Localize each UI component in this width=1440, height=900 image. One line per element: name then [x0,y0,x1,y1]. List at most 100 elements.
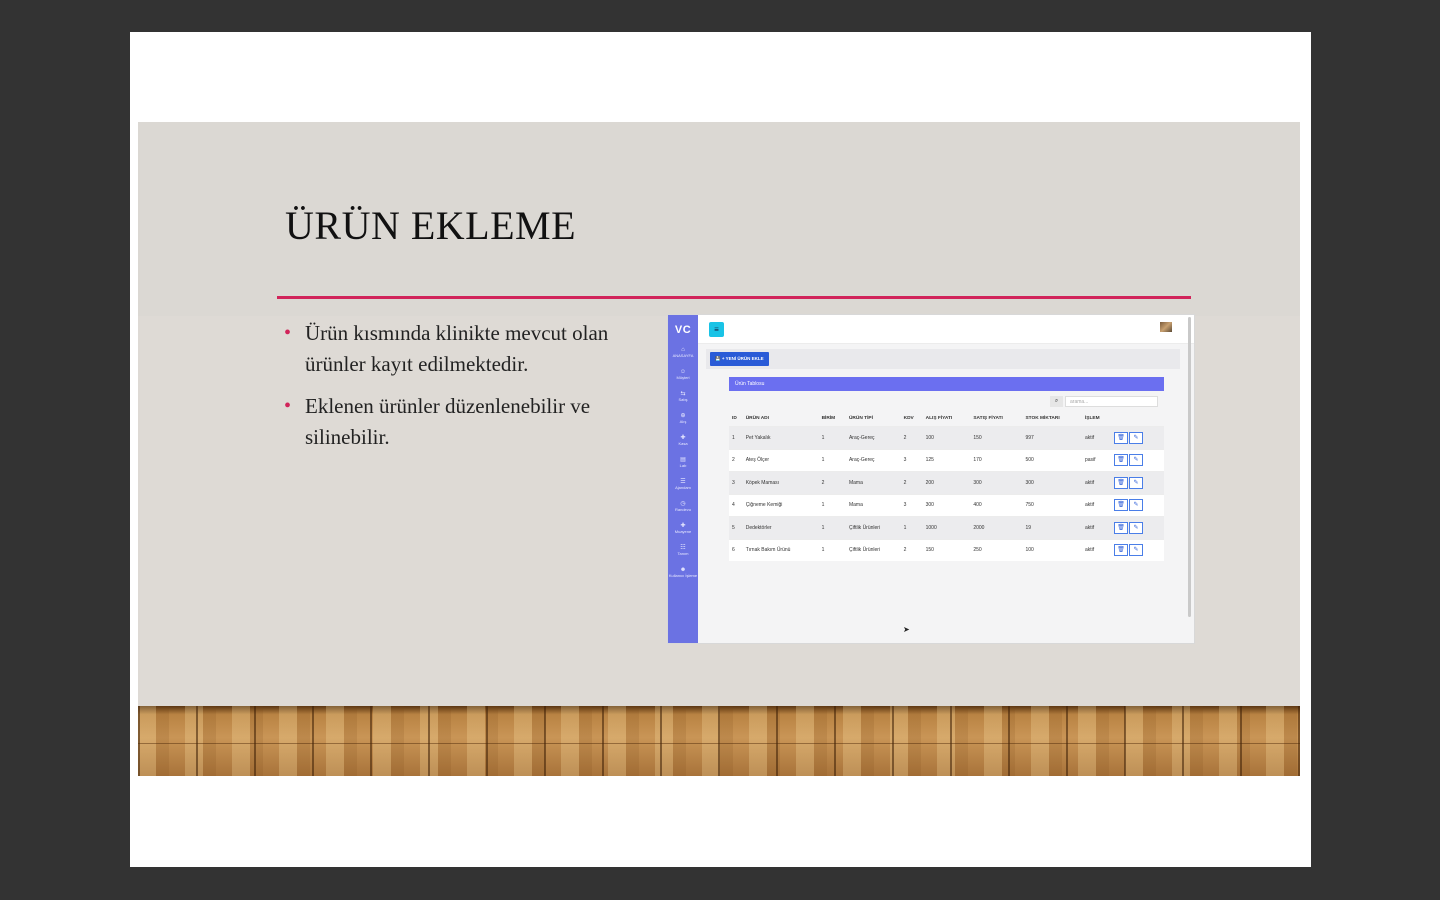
table-cell: 250 [970,538,1023,561]
avatar[interactable] [1160,322,1172,332]
sidebar-item[interactable]: ✚ Muayene [668,523,698,534]
sidebar-item[interactable]: ⌂ ANASAYFA [668,347,698,358]
table-cell: Çiğneme Kemiği [742,493,819,517]
table-cell: 150 [970,426,1023,449]
table-cell: 1 [729,426,743,449]
table-cell: aktif [1081,516,1111,539]
table-cell: 100 [922,426,971,449]
edit-icon[interactable]: ✎ [1129,544,1143,557]
add-product-button[interactable]: 💾 + YENİ ÜRÜN EKLE [710,352,769,366]
scrollbar[interactable] [1188,317,1191,617]
delete-icon[interactable]: 🗑 [1114,544,1128,557]
panel-title: Ürün Tablosu [729,377,1164,391]
table-cell: 2 [900,538,923,561]
column-header: ALIŞ FİYATI [925,416,953,421]
table-cell: 1 [818,538,846,561]
delete-icon[interactable]: 🗑 [1114,454,1128,467]
table-cell: aktif [1081,538,1111,561]
sidebar-item[interactable]: ☺ Müşteri [668,369,698,380]
sidebar-item-label: Satış [678,397,688,402]
table-row: 2 Ateş Ölçer 1 Araç-Gereç 3 125 170 500 pasif 🗑 ✎ [729,448,1164,472]
table-cell: 100 [1022,538,1082,561]
table-cell: Çiftlik Ürünleri [845,516,901,539]
row-actions: 🗑 ✎ [1111,493,1164,517]
table-cell: 2 [729,448,743,472]
edit-icon[interactable]: ✎ [1129,431,1143,444]
table-cell: 2 [900,426,923,449]
table-cell: pasif [1081,448,1111,472]
table-cell: Mama [845,493,901,517]
menu-toggle-icon[interactable]: ≡ [709,322,724,337]
sidebar-item-label: Muayene [674,529,692,534]
table-cell: 5 [729,516,743,539]
sidebar-item[interactable]: ⊕ Alış [668,413,698,424]
sidebar-item-label: Kasa [678,441,688,446]
table-cell: 3 [729,471,743,494]
column-header: SATIŞ FİYATI [973,416,1003,421]
table-cell: Köpek Maması [742,471,819,494]
table-cell: 1000 [922,516,971,539]
edit-icon[interactable]: ✎ [1129,521,1143,534]
table-body: 1 Pet Yakalık 1 Araç-Gereç 2 100 150 997 aktif 🗑 ✎… [729,426,1164,561]
column-header: STOK MİKTARI [1025,416,1060,421]
table-cell: 2000 [970,516,1023,539]
edit-icon[interactable]: ✎ [1129,454,1143,467]
row-actions: 🗑 ✎ [1111,426,1164,449]
table-cell: aktif [1081,471,1111,494]
table-cell: 500 [1022,448,1082,472]
search-input[interactable]: arama... [1065,396,1158,407]
delete-icon[interactable]: 🗑 [1114,431,1128,444]
edit-icon[interactable]: ✎ [1129,499,1143,512]
table-cell: Araç-Gereç [845,426,901,449]
column-header: KDV [903,416,914,421]
table-cell: Pet Yakalık [742,426,819,449]
table-cell: Çiftlik Ürünleri [845,538,901,561]
table-row: 6 Tırnak Bakım Ürünü 1 Çiftlik Ürünleri 2 150… [729,538,1164,561]
row-actions: 🗑 ✎ [1111,516,1164,539]
sidebar-item[interactable]: ▤ Lab [668,457,698,468]
sidebar-item-label: ANASAYFA [672,353,694,358]
table-row: 5 Dedektörler 1 Çiftlik Ürünleri 1 1000 2000 19… [729,516,1164,539]
table-cell: 19 [1022,516,1082,539]
app-logo: VC [674,324,692,336]
table-cell: 1 [818,516,846,539]
slide-page: ÜRÜN EKLEME Ürün kısmında klinikte mevcu… [130,32,1311,867]
table-row: 3 Köpek Maması 2 Mama 2 200 300 300 aktif 🗑 ✎ [729,471,1164,494]
delete-icon[interactable]: 🗑 [1114,499,1128,512]
wood-floor-decoration [138,706,1300,776]
sidebar-item-label: Alış [679,419,687,424]
search-row: ⌕ arama... [729,391,1164,411]
table-cell: 3 [900,493,923,517]
table-cell: Araç-Gereç [845,448,901,472]
column-header: İŞLEM [1084,416,1100,421]
table-cell: Mama [845,471,901,494]
column-header: ÜRÜN TİPİ [848,416,873,421]
sidebar-item[interactable]: ⇆ Satış [668,391,698,402]
row-actions: 🗑 ✎ [1111,471,1164,494]
table-cell: 170 [970,448,1023,472]
delete-icon[interactable]: 🗑 [1114,521,1128,534]
sidebar-item[interactable]: ✚ Kasa [668,435,698,446]
sidebar-item[interactable]: ◷ Randevu [668,501,698,512]
table-cell: aktif [1081,493,1111,517]
sidebar-item[interactable]: ☰ Ajandam [668,479,698,490]
sidebar-item-label: Müşteri [676,375,690,380]
table-cell: 300 [970,471,1023,494]
search-icon[interactable]: ⌕ [1050,396,1063,407]
product-panel: Ürün Tablosu ⌕ arama... ID ÜRÜN ADI BİRİM Ü… [729,377,1164,561]
table-cell: 6 [729,538,743,561]
table-cell: 150 [922,538,971,561]
edit-icon[interactable]: ✎ [1129,476,1143,489]
table-cell: 1 [818,493,846,517]
table-cell: Tırnak Bakım Ürünü [742,538,819,561]
delete-icon[interactable]: 🗑 [1114,476,1128,489]
sidebar-item-label: Randevu [674,507,691,512]
table-cell: 300 [922,493,971,517]
title-divider [277,296,1191,299]
sidebar-item[interactable]: ☻ Kullanıcı İşleme [668,567,698,578]
product-table: ID ÜRÜN ADI BİRİM ÜRÜN TİPİ KDV ALIŞ FİYATI SA… [729,411,1164,561]
sidebar-item[interactable]: ☷ Tanım [668,545,698,556]
table-cell: Ateş Ölçer [742,448,819,472]
column-header: ID [732,416,737,421]
table-header-row: ID ÜRÜN ADI BİRİM ÜRÜN TİPİ KDV ALIŞ FİYATI SA… [729,411,1164,427]
